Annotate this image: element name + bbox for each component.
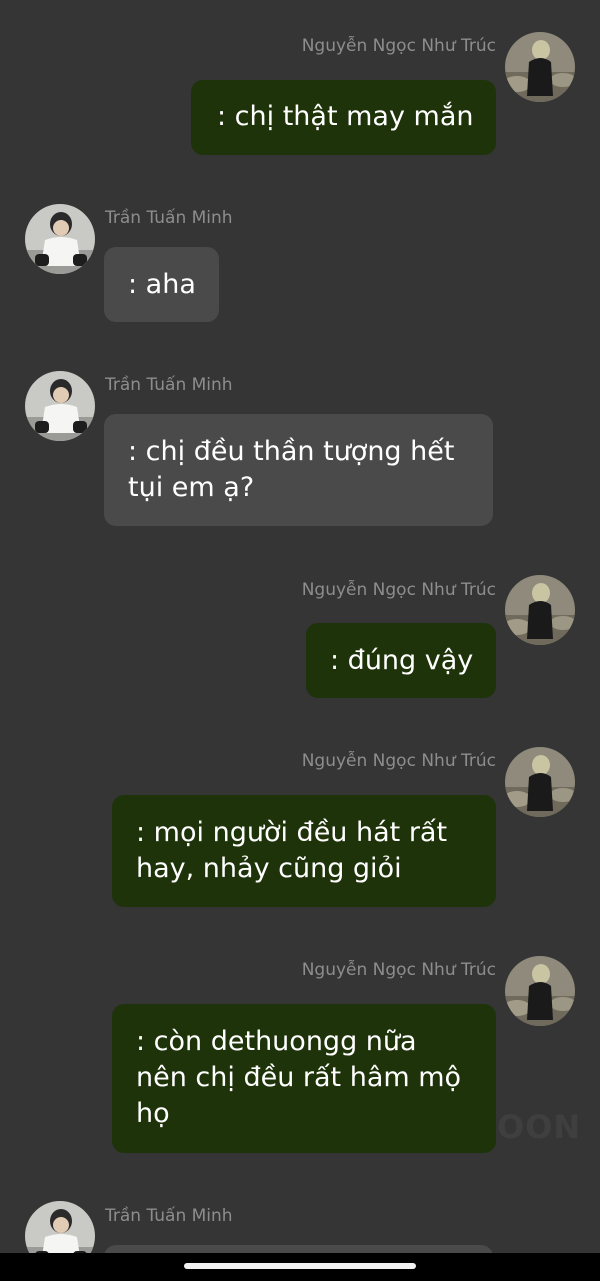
- sender-name: Trần Tuấn Minh: [105, 208, 233, 228]
- sender-name: Nguyễn Ngọc Như Trúc: [301, 751, 496, 771]
- chat-screen: Nguyễn Ngọc Như Trúc : chị thật may mắn …: [0, 0, 600, 1281]
- profile-photo-boy-icon: [25, 371, 95, 441]
- message-text-line: : còn dethuongg nữa: [136, 1026, 417, 1057]
- message-text-line: tụi em ạ?: [128, 472, 255, 503]
- avatar-left-icon[interactable]: [25, 204, 95, 274]
- avatar-right-icon[interactable]: [505, 575, 575, 645]
- message-bubble-outgoing[interactable]: : còn dethuongg nữa nên chị đều rất hâm …: [112, 1004, 496, 1153]
- message-text-line: hay, nhảy cũng giỏi: [136, 853, 402, 884]
- avatar-left-icon[interactable]: [25, 371, 95, 441]
- profile-photo-girl-icon: [505, 747, 575, 817]
- message-bubble-outgoing[interactable]: : đúng vậy: [306, 623, 496, 698]
- profile-photo-girl-icon: [505, 575, 575, 645]
- avatar-right-icon[interactable]: [505, 747, 575, 817]
- sender-name: Trần Tuấn Minh: [105, 375, 233, 395]
- message-text-line: : đúng vậy: [330, 645, 474, 676]
- message-text-line: : aha: [128, 269, 196, 300]
- sender-name: Nguyễn Ngọc Như Trúc: [301, 580, 496, 600]
- message-text-line: họ: [136, 1098, 170, 1129]
- profile-photo-girl-icon: [505, 32, 575, 102]
- watermark-logo: OON: [497, 1108, 582, 1146]
- message-bubble-incoming[interactable]: : chị đều thần tượng hết tụi em ạ?: [104, 414, 493, 526]
- avatar-right-icon[interactable]: [505, 956, 575, 1026]
- avatar-right-icon[interactable]: [505, 32, 575, 102]
- sender-name: Nguyễn Ngọc Như Trúc: [301, 960, 496, 980]
- message-text-line: nên chị đều rất hâm mộ: [136, 1062, 462, 1093]
- message-bubble-outgoing[interactable]: : chị thật may mắn: [191, 80, 496, 155]
- message-bubble-outgoing[interactable]: : mọi người đều hát rất hay, nhảy cũng g…: [112, 795, 496, 907]
- home-indicator[interactable]: [184, 1263, 416, 1269]
- sender-name: Trần Tuấn Minh: [105, 1206, 233, 1226]
- message-bubble-incoming[interactable]: : aha: [104, 247, 219, 322]
- message-text-line: : chị thật may mắn: [217, 101, 474, 132]
- message-text-line: : mọi người đều hát rất: [136, 817, 448, 848]
- sender-name: Nguyễn Ngọc Như Trúc: [301, 36, 496, 56]
- message-text-line: : chị đều thần tượng hết: [128, 436, 455, 467]
- profile-photo-boy-icon: [25, 204, 95, 274]
- system-navigation-bar: [0, 1253, 600, 1281]
- profile-photo-girl-icon: [505, 956, 575, 1026]
